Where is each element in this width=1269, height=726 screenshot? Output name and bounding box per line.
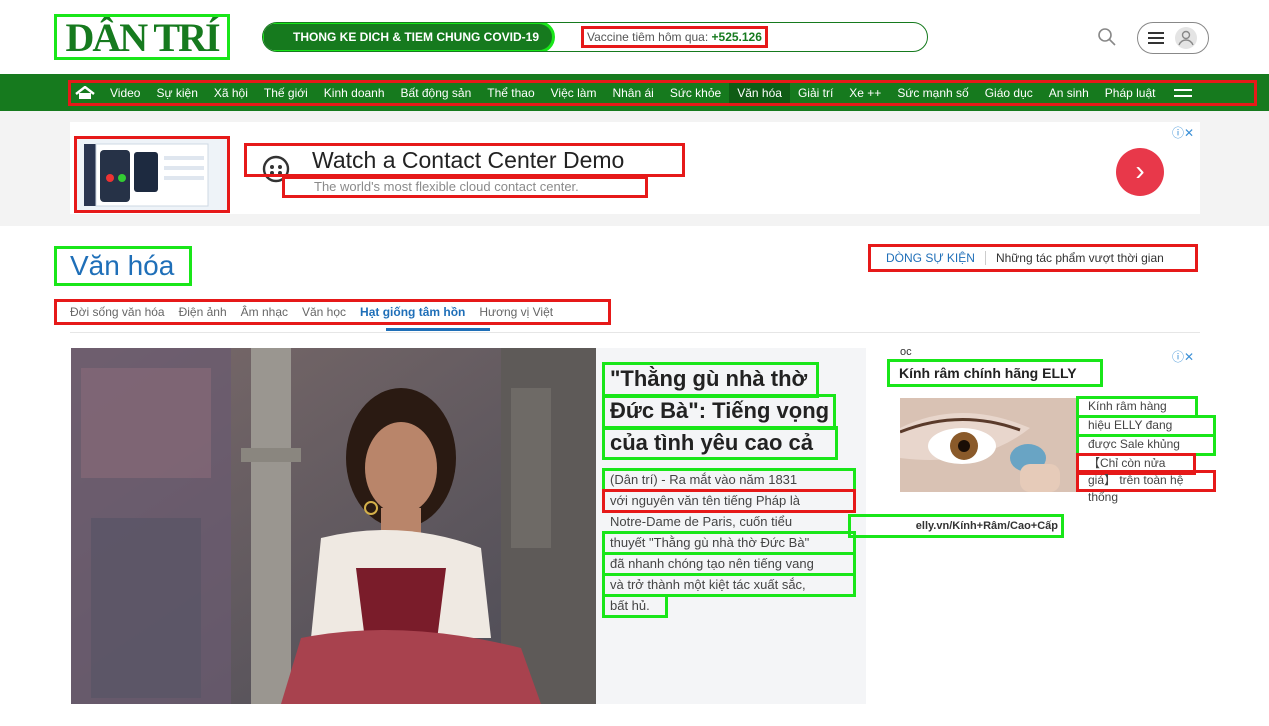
- hero-illustration: [71, 348, 596, 704]
- nav-item-kinh-doanh[interactable]: Kinh doanh: [316, 82, 393, 104]
- side-ad-line-4[interactable]: 【Chỉ còn nửa: [1076, 453, 1196, 475]
- ad-subtitle[interactable]: The world's most flexible cloud contact …: [282, 176, 648, 198]
- subnav-huong-vi-viet[interactable]: Hương vị Việt: [479, 305, 553, 319]
- side-ad-title[interactable]: Kính râm chính hãng ELLY: [887, 359, 1103, 387]
- side-adchoices-icon[interactable]: ⓘ✕: [1172, 348, 1194, 365]
- section-title[interactable]: Văn hóa: [54, 246, 192, 286]
- vaccine-value: +525.126: [711, 30, 762, 44]
- hamburger-icon: [1148, 32, 1164, 44]
- side-ad-source: oc: [900, 346, 912, 358]
- article-sapo-line-3: Notre-Dame de Paris, cuốn tiểu: [610, 514, 793, 529]
- user-avatar-icon: [1175, 27, 1197, 49]
- article-sapo-line-2: với nguyên văn tên tiếng Pháp là: [602, 489, 856, 513]
- home-icon[interactable]: [74, 86, 96, 100]
- ad-arrow-button[interactable]: ›: [1116, 148, 1164, 196]
- covid-stats-banner[interactable]: THONG KE DICH & TIEM CHUNG COVID-19 Vacc…: [262, 22, 928, 52]
- nav-item-bat-dong-san[interactable]: Bất động sản: [393, 82, 480, 104]
- nav-item-phap-luat[interactable]: Pháp luật: [1097, 82, 1164, 104]
- nav-item-suc-manh-so[interactable]: Sức mạnh số: [889, 82, 976, 104]
- site-logo[interactable]: DÂN TRÍ: [54, 14, 230, 60]
- nav-item-xe[interactable]: Xe ++: [841, 82, 889, 104]
- article-sapo-line-5: đã nhanh chóng tạo nên tiếng vang: [602, 552, 856, 576]
- vaccine-label: Vaccine tiêm hôm qua:: [587, 30, 709, 44]
- article-sapo-line-1: (Dân trí) - Ra mắt vào năm 1831: [602, 468, 856, 492]
- ad-title[interactable]: Watch a Contact Center Demo: [244, 143, 685, 177]
- section-divider: [70, 332, 1200, 333]
- nav-item-video[interactable]: Video: [102, 82, 148, 104]
- covid-banner-label[interactable]: THONG KE DICH & TIEM CHUNG COVID-19: [263, 23, 555, 51]
- article-title-line-2[interactable]: Đức Bà": Tiếng vọng: [602, 394, 836, 430]
- article-sapo-line-6: và trở thành một kiệt tác xuất sắc,: [602, 573, 856, 597]
- subnav-van-hoc[interactable]: Văn học: [302, 305, 346, 319]
- main-nav: Video Sự kiện Xã hội Thế giới Kinh doanh…: [68, 80, 1257, 106]
- nav-item-van-hoa[interactable]: Văn hóa: [729, 82, 790, 104]
- side-ad-line-6[interactable]: thống: [1078, 489, 1214, 507]
- subnav-active-indicator: [386, 328, 490, 331]
- side-ad-image[interactable]: [900, 398, 1078, 492]
- nav-item-xa-hoi[interactable]: Xã hội: [206, 82, 256, 104]
- side-ad-line-2[interactable]: hiệu ELLY đang: [1076, 415, 1216, 437]
- nav-item-giai-tri[interactable]: Giải trí: [790, 82, 841, 104]
- search-icon[interactable]: [1096, 26, 1118, 48]
- side-ad-url[interactable]: elly.vn/Kính+Râm/Cao+Cấp: [848, 514, 1064, 538]
- nav-item-an-sinh[interactable]: An sinh: [1041, 82, 1097, 104]
- article-title-line-3[interactable]: của tình yêu cao cả: [602, 426, 838, 460]
- article-hero-image[interactable]: [71, 348, 596, 704]
- event-link[interactable]: Những tác phẩm vượt thời gian: [986, 251, 1164, 265]
- subnav-hat-giong-tam-hon[interactable]: Hạt giống tâm hồn: [360, 305, 465, 319]
- side-ad-line-5[interactable]: giá】 trên toàn hệ: [1076, 470, 1216, 492]
- adchoices-icon[interactable]: ⓘ✕: [1172, 124, 1194, 141]
- nav-item-giao-duc[interactable]: Giáo dục: [977, 82, 1041, 104]
- subnav-doi-song-van-hoa[interactable]: Đời sống văn hóa: [70, 305, 165, 319]
- side-ad-line-3[interactable]: được Sale khủng: [1076, 434, 1216, 456]
- account-menu-button[interactable]: [1137, 22, 1209, 54]
- eye-lens-illustration: [900, 398, 1078, 492]
- side-ad-line-1[interactable]: Kính râm hàng: [1076, 396, 1198, 418]
- nav-item-viec-lam[interactable]: Việc làm: [543, 82, 605, 104]
- article-sapo-line-4: thuyết "Thằng gù nhà thờ Đức Bà": [602, 531, 856, 555]
- nav-item-suc-khoe[interactable]: Sức khỏe: [662, 82, 729, 104]
- event-stream[interactable]: DÒNG SỰ KIỆN Những tác phẩm vượt thời gi…: [868, 244, 1198, 272]
- nav-item-the-gioi[interactable]: Thế giới: [256, 82, 316, 104]
- article-title-line-1[interactable]: "Thằng gù nhà thờ: [602, 362, 819, 398]
- vaccine-stat: Vaccine tiêm hôm qua: +525.126: [581, 26, 768, 48]
- nav-item-nhan-ai[interactable]: Nhân ái: [604, 82, 661, 104]
- nav-menu-icon[interactable]: [1173, 87, 1192, 99]
- nav-item-the-thao[interactable]: Thể thao: [479, 82, 542, 104]
- section-subnav: Đời sống văn hóa Điện ảnh Âm nhạc Văn họ…: [54, 299, 611, 325]
- article-sapo-line-7: bất hủ.: [602, 594, 668, 618]
- subnav-dien-anh[interactable]: Điện ảnh: [179, 305, 227, 319]
- event-label[interactable]: DÒNG SỰ KIỆN: [870, 251, 986, 265]
- covid-banner-text: THONG KE DICH & TIEM CHUNG COVID-19: [293, 30, 540, 44]
- ad-thumbnail[interactable]: [74, 136, 230, 213]
- nav-item-su-kien[interactable]: Sự kiện: [148, 82, 205, 104]
- ad-dashboard-image: [84, 143, 209, 207]
- subnav-am-nhac[interactable]: Âm nhạc: [241, 305, 288, 319]
